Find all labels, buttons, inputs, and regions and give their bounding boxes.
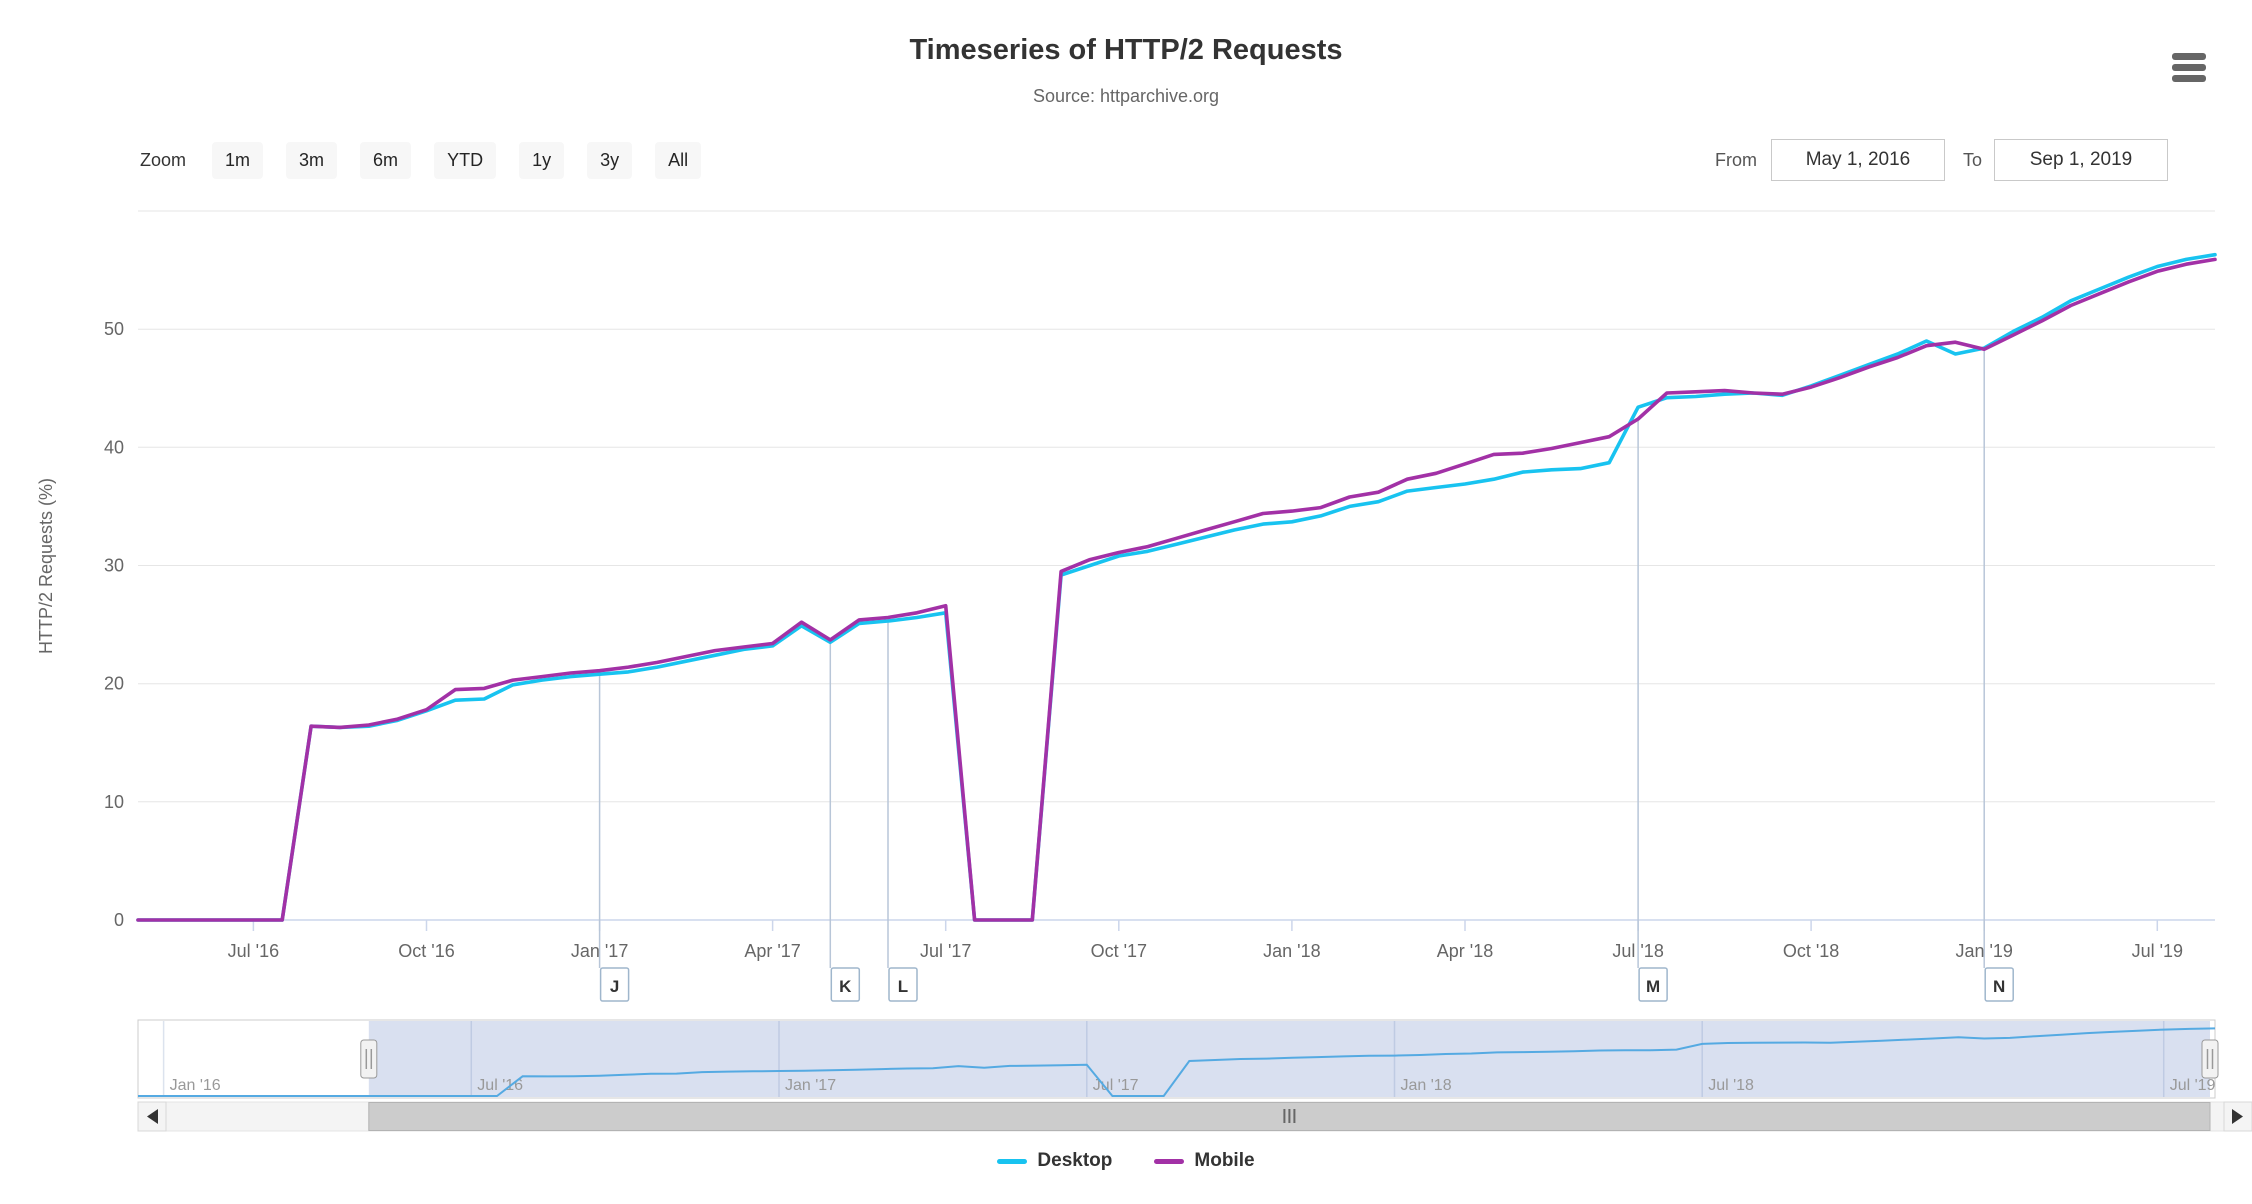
navigator-handle-left[interactable]	[361, 1040, 377, 1078]
x-axis-label: Jan '18	[1263, 941, 1320, 961]
x-axis-label: Jul '17	[920, 941, 971, 961]
legend-label: Desktop	[1037, 1150, 1112, 1172]
x-axis-label: Jul '16	[228, 941, 279, 961]
legend-item-desktop[interactable]: Desktop	[997, 1150, 1112, 1172]
y-axis-label: 50	[104, 319, 124, 339]
navigator-selected-range[interactable]	[369, 1021, 2210, 1097]
legend: Desktop Mobile	[0, 1150, 2252, 1172]
flag-label-J: J	[610, 977, 619, 996]
x-axis-label: Oct '18	[1783, 941, 1839, 961]
x-axis-label: Oct '17	[1091, 941, 1147, 961]
y-axis-label: 30	[104, 556, 124, 576]
flag-label-K: K	[839, 977, 852, 996]
chart-plot-area[interactable]: 0 10 20 30 40 50 HTTP/2 Requests (%) Jul '16 Oct…	[0, 0, 2252, 1204]
y-axis-label: 0	[114, 910, 124, 930]
navigator-axis-label: Jan '17	[785, 1077, 836, 1094]
y-axis-title: HTTP/2 Requests (%)	[36, 478, 56, 654]
series-line-mobile[interactable]	[138, 259, 2215, 920]
flag-label-M: M	[1646, 977, 1660, 996]
navigator-axis-label: Jan '18	[1401, 1077, 1452, 1094]
highstock-chart: Timeseries of HTTP/2 Requests Source: ht…	[0, 0, 2252, 1204]
navigator-axis-label: Jan '16	[170, 1077, 221, 1094]
x-axis-label: Apr '17	[744, 941, 800, 961]
y-axis-label: 40	[104, 437, 124, 457]
x-axis-label: Apr '18	[1437, 941, 1493, 961]
navigator-axis-label: Jul '19	[2170, 1077, 2216, 1094]
legend-swatch-desktop	[997, 1159, 1027, 1164]
legend-item-mobile[interactable]: Mobile	[1154, 1150, 1254, 1172]
navigator-axis-label: Jul '18	[1708, 1077, 1754, 1094]
y-axis-label: 10	[104, 792, 124, 812]
flag-label-L: L	[898, 977, 908, 996]
x-axis-label: Jul '19	[2132, 941, 2183, 961]
legend-swatch-mobile	[1154, 1159, 1184, 1164]
navigator-handle-right[interactable]	[2202, 1040, 2218, 1078]
legend-label: Mobile	[1194, 1150, 1254, 1172]
flag-label-N: N	[1993, 977, 2005, 996]
x-axis-label: Oct '16	[398, 941, 454, 961]
navigator-axis-label: Jul '16	[477, 1077, 523, 1094]
y-axis-label: 20	[104, 674, 124, 694]
